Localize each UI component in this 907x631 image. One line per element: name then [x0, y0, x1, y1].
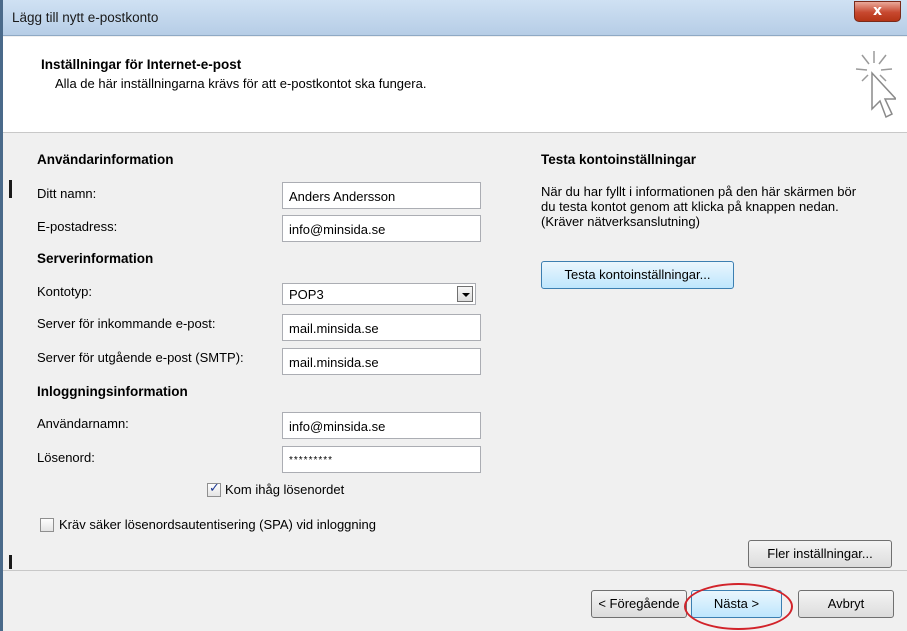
left-edge-marker — [9, 555, 12, 569]
back-button[interactable]: < Föregående — [591, 590, 687, 618]
spa-checkbox[interactable] — [40, 518, 54, 532]
test-description-line3: (Kräver nätverksanslutning) — [541, 214, 700, 229]
close-button[interactable]: x — [854, 1, 901, 22]
server-info-heading: Serverinformation — [37, 251, 154, 266]
name-label: Ditt namn: — [37, 186, 97, 201]
outgoing-server-input[interactable]: mail.minsida.se — [282, 348, 481, 375]
password-input[interactable]: ********* — [282, 446, 481, 473]
incoming-server-input[interactable]: mail.minsida.se — [282, 314, 481, 341]
close-icon: x — [872, 3, 883, 19]
outgoing-server-label: Server för utgående e-post (SMTP): — [37, 350, 244, 365]
test-settings-heading: Testa kontoinställningar — [541, 152, 697, 167]
cursor-sparkle-icon — [855, 51, 896, 119]
spa-label[interactable]: Kräv säker lösenordsautentisering (SPA) … — [59, 517, 376, 532]
test-description-line1: När du har fyllt i informationen på den … — [541, 184, 857, 199]
remember-password-label[interactable]: Kom ihåg lösenordet — [225, 482, 344, 497]
name-input[interactable]: Anders Andersson — [282, 182, 481, 209]
login-info-heading: Inloggningsinformation — [37, 384, 188, 399]
username-input[interactable]: info@minsida.se — [282, 412, 481, 439]
account-type-label: Kontotyp: — [37, 284, 92, 299]
account-type-select[interactable]: POP3 — [282, 283, 476, 305]
add-account-dialog: Lägg till nytt e-postkonto x Inställning… — [0, 0, 907, 631]
account-type-value: POP3 — [289, 287, 324, 302]
footer-divider — [3, 570, 907, 571]
test-account-button[interactable]: Testa kontoinställningar... — [541, 261, 734, 289]
page-subtitle: Alla de här inställningarna krävs för at… — [55, 76, 427, 91]
window-title: Lägg till nytt e-postkonto — [12, 10, 159, 25]
username-label: Användarnamn: — [37, 416, 129, 431]
page-title: Inställningar för Internet-e-post — [41, 57, 242, 72]
wizard-header: Inställningar för Internet-e-post Alla d… — [3, 37, 907, 133]
remember-password-checkbox[interactable] — [207, 481, 221, 497]
title-bar[interactable]: Lägg till nytt e-postkonto x — [3, 0, 907, 36]
chevron-down-icon[interactable] — [457, 286, 473, 302]
left-edge-marker — [9, 180, 12, 198]
cancel-button[interactable]: Avbryt — [798, 590, 894, 618]
test-description-line2: du testa kontot genom att klicka på knap… — [541, 199, 839, 214]
password-label: Lösenord: — [37, 450, 95, 465]
user-info-heading: Användarinformation — [37, 152, 174, 167]
more-settings-button[interactable]: Fler inställningar... — [748, 540, 892, 568]
incoming-server-label: Server för inkommande e-post: — [37, 316, 216, 331]
email-input[interactable]: info@minsida.se — [282, 215, 481, 242]
email-label: E-postadress: — [37, 219, 118, 234]
next-button[interactable]: Nästa > — [691, 590, 782, 618]
